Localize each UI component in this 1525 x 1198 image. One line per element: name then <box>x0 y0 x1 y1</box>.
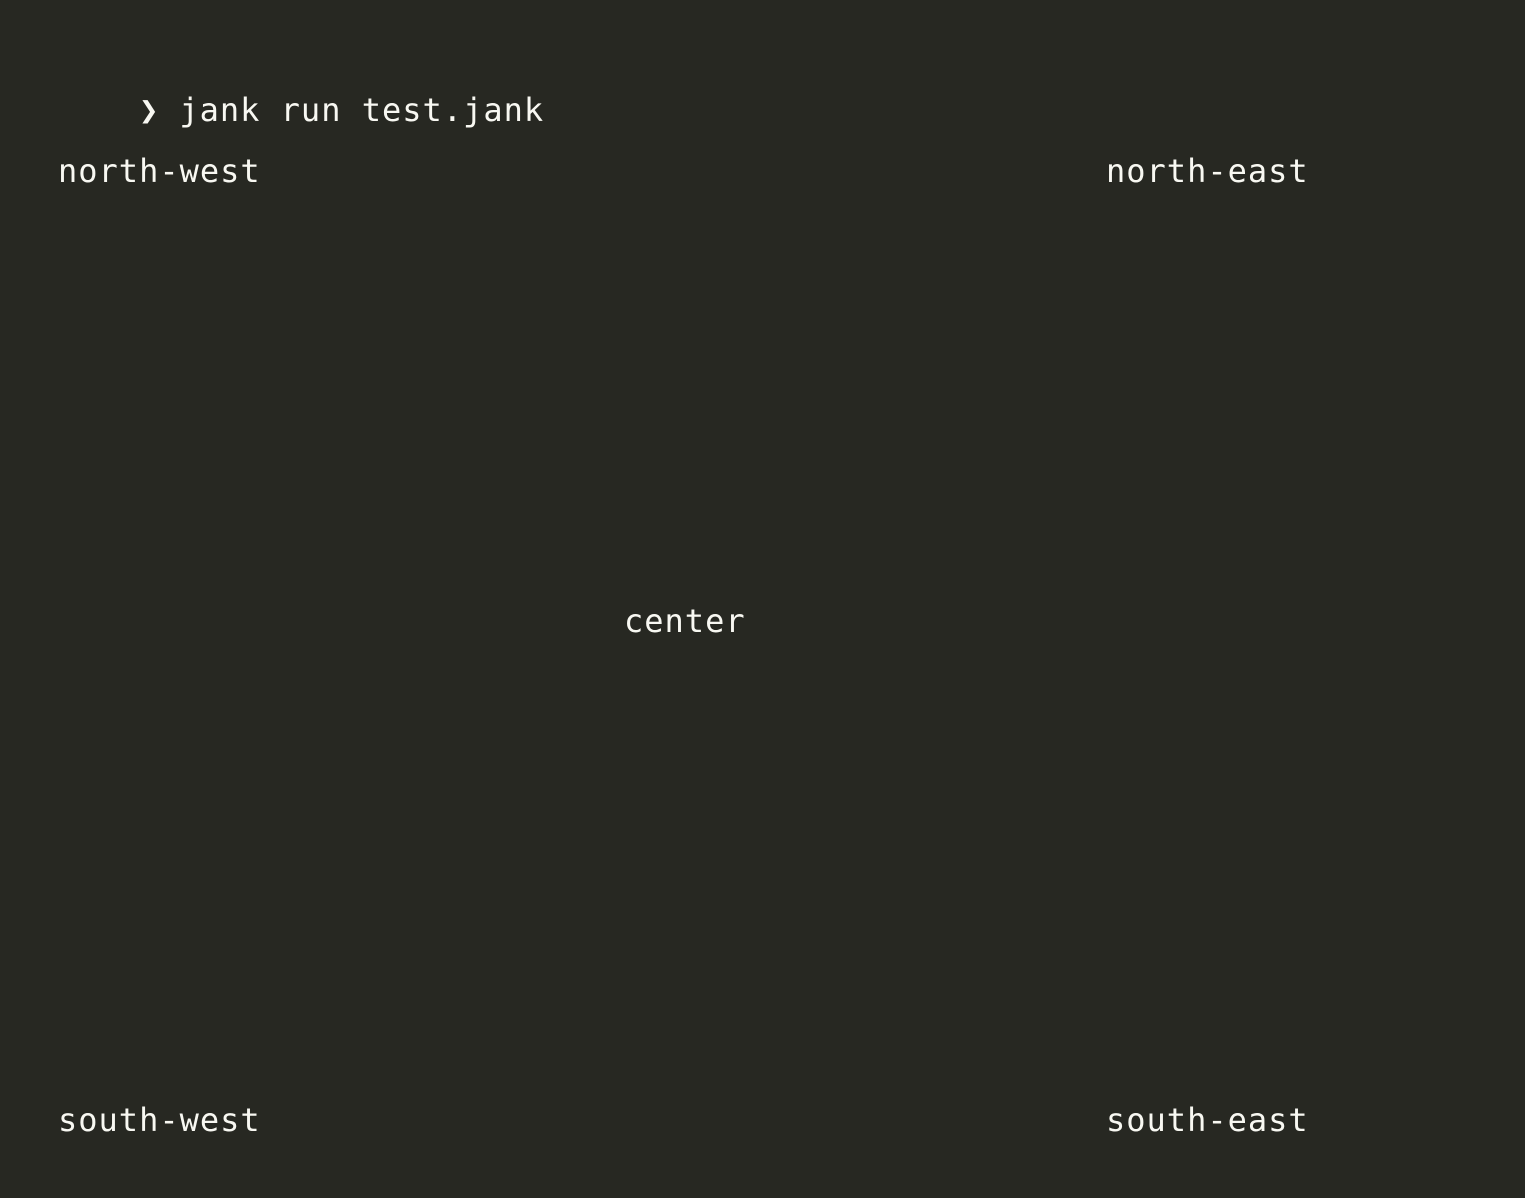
terminal-window[interactable]: ❯ jank run test.jank north-west north-eas… <box>0 0 1525 1198</box>
output-south-east: south-east <box>1106 1101 1309 1139</box>
output-south-west: south-west <box>58 1101 261 1139</box>
output-north-west: north-west <box>58 152 261 190</box>
command-text: jank run test.jank <box>179 91 545 129</box>
output-north-east: north-east <box>1106 152 1309 190</box>
prompt-chevron-icon: ❯ <box>139 91 160 129</box>
output-center: center <box>624 602 746 640</box>
